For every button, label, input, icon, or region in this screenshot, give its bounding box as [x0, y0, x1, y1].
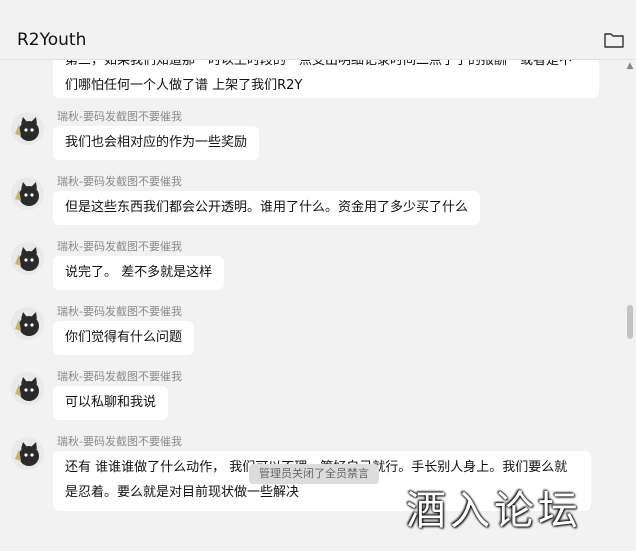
message-bubble: 说完了。 差不多就是这样	[53, 256, 225, 290]
sender-name[interactable]: 瑞秋-要码发截图不要催我	[57, 175, 182, 189]
folder-icon[interactable]	[603, 30, 625, 50]
sender-name[interactable]: 瑞秋-要码发截图不要催我	[57, 435, 182, 449]
avatar[interactable]	[11, 242, 44, 275]
scrollbar[interactable]: ▲	[624, 60, 636, 551]
cat-avatar-icon	[15, 312, 39, 336]
message-bubble: 第三，如果我们知道那一时以上时段的一点支出明细记录时间二点了了的报酬一或者是不 …	[53, 60, 599, 98]
avatar[interactable]	[11, 372, 44, 405]
cat-avatar-icon	[15, 182, 39, 206]
message-bubble: 可以私聊和我说	[53, 386, 169, 420]
system-notice: 管理员关闭了全员禁言	[249, 464, 379, 484]
avatar[interactable]	[11, 177, 44, 210]
watermark-logo: 酒入论坛	[406, 488, 582, 534]
cat-avatar-icon	[15, 117, 39, 141]
scroll-thumb[interactable]	[627, 305, 633, 339]
message-text-line: 们哪怕任何一个人做了谱 上架了我们R2Y	[65, 78, 303, 93]
sender-name[interactable]: 瑞秋-要码发截图不要催我	[57, 370, 182, 384]
chat-title: R2Youth	[17, 30, 87, 50]
cat-avatar-icon	[15, 377, 39, 401]
sender-name[interactable]: 瑞秋-要码发截图不要催我	[57, 305, 182, 319]
sender-name[interactable]: 瑞秋-要码发截图不要催我	[57, 110, 182, 124]
avatar[interactable]	[11, 112, 44, 145]
scroll-up-arrow-icon[interactable]: ▲	[626, 62, 634, 71]
cat-avatar-icon	[15, 247, 39, 271]
message-bubble: 你们觉得有什么问题	[53, 321, 195, 355]
message-text-line: 第三，如果我们知道那一时以上时段的一点支出明细记录时间二点了了的报酬一或者是不	[65, 60, 573, 68]
sender-name[interactable]: 瑞秋-要码发截图不要催我	[57, 240, 182, 254]
message-bubble: 我们也会相对应的作为一些奖励	[53, 126, 260, 160]
chat-header: R2Youth	[0, 0, 636, 60]
cat-avatar-icon	[15, 442, 39, 466]
avatar[interactable]	[11, 437, 44, 470]
avatar[interactable]	[11, 307, 44, 340]
message-bubble: 但是这些东西我们都会公开透明。谁用了什么。资金用了多少买了什么	[53, 191, 481, 225]
